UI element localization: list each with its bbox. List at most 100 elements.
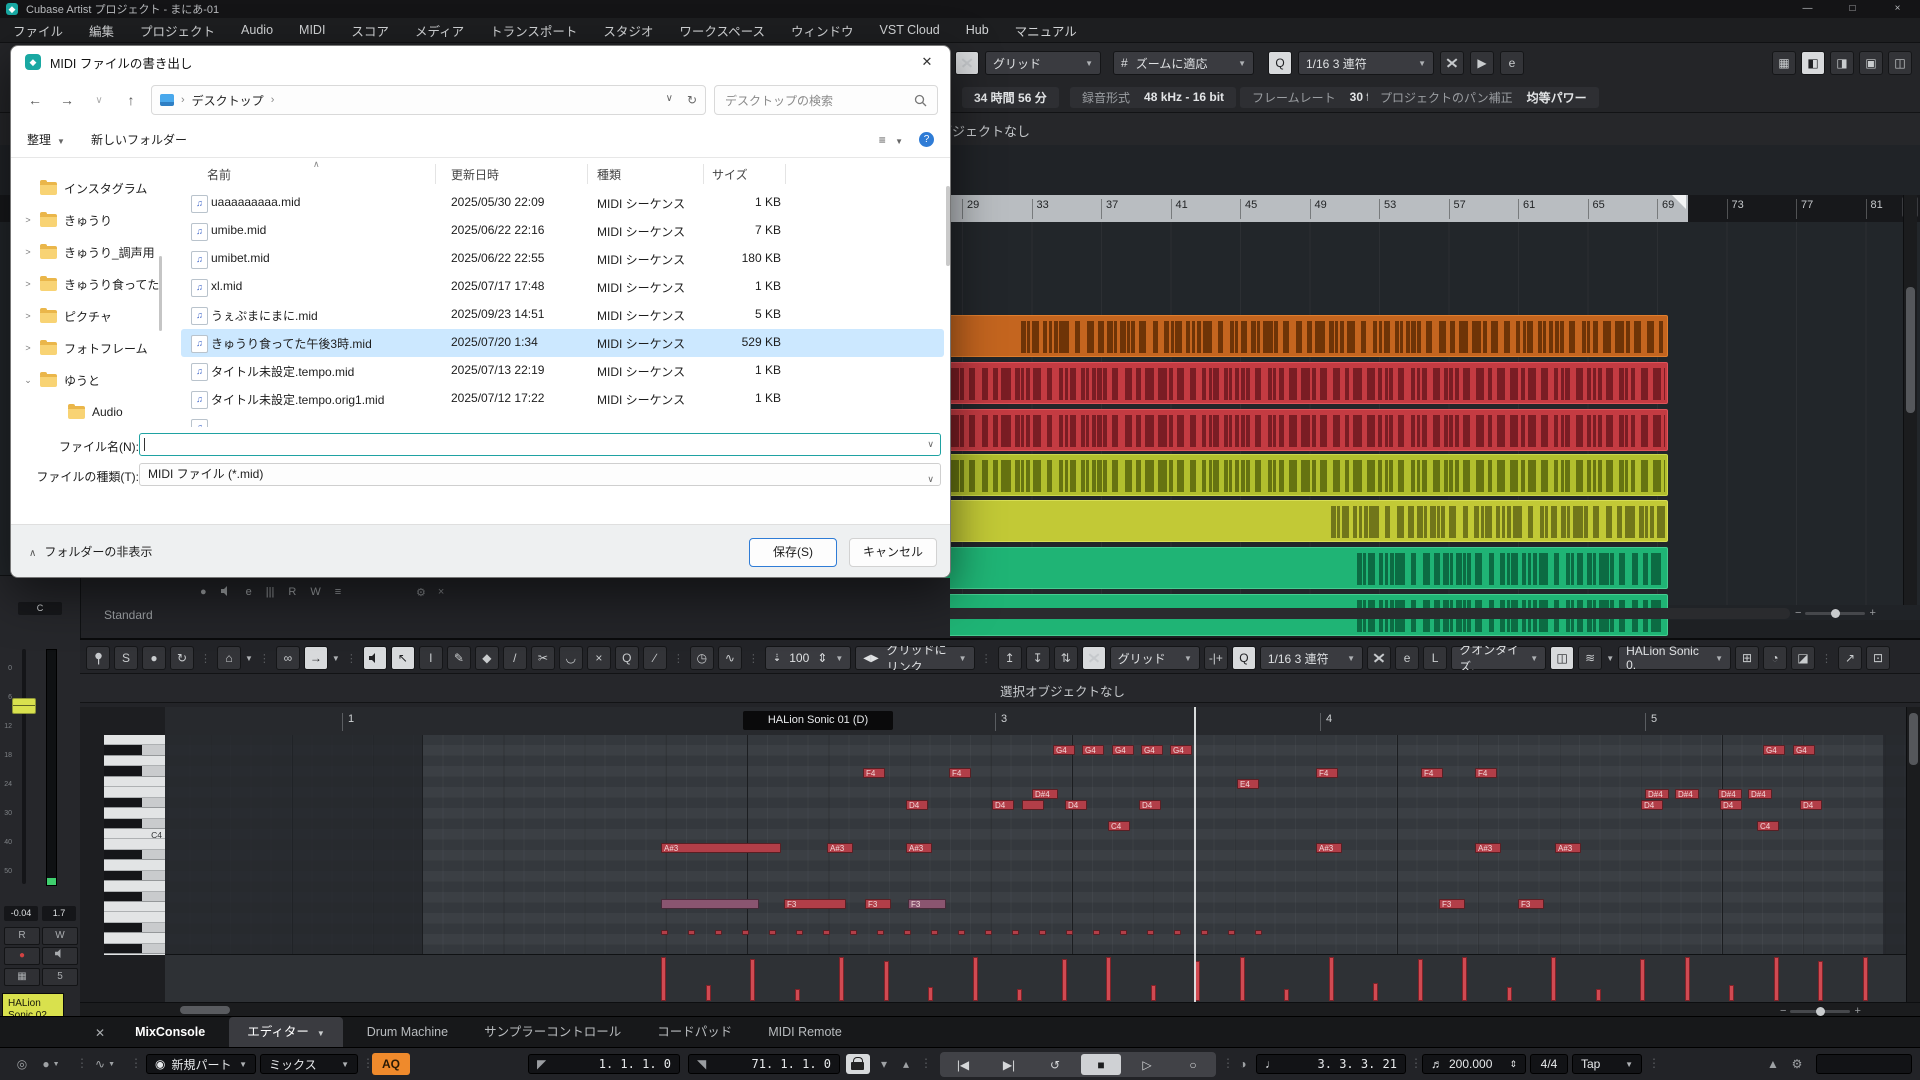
- velocity-bar[interactable]: [839, 957, 844, 1001]
- midi-note-D4[interactable]: D4: [992, 800, 1014, 810]
- punch-out-icon[interactable]: ▴: [896, 1054, 916, 1074]
- record-in-editor-icon[interactable]: ●: [142, 646, 166, 670]
- midi-note-D4[interactable]: D4: [1800, 800, 1822, 810]
- velocity-bar[interactable]: [706, 985, 711, 1001]
- tab-コードパッド[interactable]: コードパッド: [639, 1017, 750, 1048]
- feedback-icon[interactable]: ↻: [170, 646, 194, 670]
- indep-loop-icon[interactable]: ◪: [1791, 646, 1815, 670]
- file-row[interactable]: ♫うぇぷまにまに.mid2025/09/23 14:51MIDI シーケンス5 …: [181, 301, 944, 329]
- velocity-bar[interactable]: [1284, 989, 1289, 1001]
- editor-quantize-dropdown[interactable]: 1/16 3 連符▼: [1260, 646, 1363, 670]
- view-mode-dropdown[interactable]: ≡ ▼: [879, 133, 903, 147]
- record-mode-icon[interactable]: ●▼: [36, 1054, 66, 1074]
- left-zone-icon[interactable]: ◧: [1801, 51, 1825, 75]
- column-type[interactable]: 種類: [597, 166, 621, 183]
- midi-note-A#3[interactable]: A#3: [1475, 843, 1501, 853]
- part-borders-icon[interactable]: ◫: [1550, 646, 1574, 670]
- sidebar-folder-インスタグラム[interactable]: インスタグラム: [17, 176, 169, 200]
- recent-locations-icon[interactable]: ∨: [87, 88, 111, 112]
- help-icon[interactable]: ?: [919, 132, 934, 147]
- fader-handle[interactable]: [12, 698, 36, 714]
- sidebar-folder-フォトフレーム[interactable]: >フォトフレーム: [17, 336, 169, 360]
- expander-icon[interactable]: >: [23, 279, 33, 289]
- black-key[interactable]: [104, 923, 165, 933]
- column-date[interactable]: 更新日時: [451, 166, 499, 183]
- edit-channel-icon[interactable]: e: [246, 586, 252, 599]
- close-button[interactable]: ×: [1875, 0, 1920, 18]
- midi-note-F3[interactable]: F3: [1518, 899, 1544, 909]
- record-button[interactable]: ○: [1173, 1054, 1213, 1075]
- velocity-bar[interactable]: [884, 961, 889, 1001]
- velocity-bar[interactable]: [1640, 959, 1645, 1001]
- punch-in-icon[interactable]: ▾: [874, 1054, 894, 1074]
- tab-MIDI Remote[interactable]: MIDI Remote: [750, 1017, 860, 1048]
- sidebar-folder-きゅうり食ってた[interactable]: >きゅうり食ってた: [17, 272, 169, 296]
- black-key[interactable]: [104, 871, 165, 881]
- dialog-title-bar[interactable]: ◆ MIDI ファイルの書き出し: [11, 46, 950, 78]
- curve-icon[interactable]: ∿: [718, 646, 742, 670]
- menu-item-スタジオ[interactable]: スタジオ: [590, 21, 666, 40]
- inserts-icon[interactable]: |||: [266, 586, 275, 599]
- midi-note[interactable]: [1022, 800, 1044, 810]
- velocity-bar[interactable]: [1729, 985, 1734, 1001]
- velocity-box[interactable]: ⇣100⇕▼: [765, 646, 851, 670]
- time-signature[interactable]: 4/4: [1530, 1054, 1568, 1074]
- menu-item-トランスポート[interactable]: トランスポート: [477, 21, 590, 40]
- breadcrumb[interactable]: デスクトップ: [192, 92, 264, 109]
- midi-note-dash[interactable]: [1039, 930, 1046, 935]
- midi-note-F4[interactable]: F4: [949, 768, 971, 778]
- read-button[interactable]: R: [4, 927, 40, 945]
- midi-note-dash[interactable]: [661, 930, 668, 935]
- velocity-bar[interactable]: [1507, 987, 1512, 1001]
- tab-Drum Machine[interactable]: Drum Machine: [349, 1017, 466, 1048]
- maximize-button[interactable]: □: [1830, 0, 1875, 18]
- midi-note-G4[interactable]: G4: [1793, 745, 1815, 755]
- open-in-window-icon[interactable]: ↗: [1838, 646, 1862, 670]
- midi-note-G4[interactable]: G4: [1141, 745, 1163, 755]
- write-button[interactable]: W: [42, 927, 78, 945]
- file-row[interactable]: ♫umibet.mid2025/06/22 22:55MIDI シーケンス180…: [181, 245, 944, 273]
- midi-note-dash[interactable]: [742, 930, 749, 935]
- part-select-dropdown[interactable]: HALion Sonic 0.▼: [1618, 646, 1731, 670]
- white-key[interactable]: [104, 954, 165, 955]
- address-bar[interactable]: › デスクトップ › ∨↻: [151, 85, 706, 115]
- lower-zone-icon[interactable]: ◨: [1830, 51, 1854, 75]
- close-lower-zone-icon[interactable]: ✕: [95, 1026, 105, 1040]
- midi-note-D4[interactable]: D4: [1720, 800, 1742, 810]
- track-preset-label[interactable]: Standard: [104, 608, 153, 622]
- midi-note-D4[interactable]: D4: [1065, 800, 1087, 810]
- grid-match-icon[interactable]: -|+: [1204, 646, 1228, 670]
- sidebar-folder-Audio[interactable]: Audio: [17, 400, 169, 424]
- dialog-close-icon[interactable]: ✕: [904, 46, 950, 78]
- part-name-label[interactable]: HALion Sonic 01 (D): [743, 711, 893, 730]
- midi-note-F3[interactable]: F3: [865, 899, 891, 909]
- midi-note-dash[interactable]: [823, 930, 830, 935]
- save-button[interactable]: 保存(S): [749, 538, 837, 567]
- grid-type-dropdown[interactable]: #ズームに適応▼: [1113, 51, 1254, 75]
- black-key[interactable]: [104, 944, 165, 954]
- refresh-icon[interactable]: ↻: [687, 93, 697, 107]
- length-q-icon[interactable]: L: [1423, 646, 1447, 670]
- note-grid[interactable]: G4G4G4G4G4G4G4F4F4F4F4F4E4D#4D#4D#4D#4D#…: [165, 735, 1920, 955]
- follow-icon[interactable]: →: [304, 646, 328, 670]
- midi-note-dash[interactable]: [1174, 930, 1181, 935]
- file-row[interactable]: ♫タイトル未設定.tempo.mid2025/07/13 22:19MIDI シ…: [181, 357, 944, 385]
- midi-note-G4[interactable]: G4: [1112, 745, 1134, 755]
- menu-item-スコア[interactable]: スコア: [338, 21, 402, 40]
- fader-value[interactable]: -0.04: [4, 906, 38, 921]
- tab-サンプラーコントロール[interactable]: サンプラーコントロール: [466, 1017, 639, 1048]
- midi-note-A#3[interactable]: A#3: [906, 843, 932, 853]
- midi-note-F3[interactable]: F3: [908, 899, 946, 909]
- erase-tool-icon[interactable]: ×: [587, 646, 611, 670]
- quantize-dropdown[interactable]: 1/16 3 連符▼: [1298, 51, 1434, 75]
- draw-tool-icon[interactable]: ✎: [447, 646, 471, 670]
- mute-tool-icon[interactable]: ∕: [643, 646, 667, 670]
- precount-icon[interactable]: ◑: [1234, 1054, 1252, 1074]
- nudge-up-icon[interactable]: ↥: [998, 646, 1022, 670]
- midi-note-C4[interactable]: C4: [1108, 821, 1130, 831]
- editor-vscroll-thumb[interactable]: [1909, 713, 1918, 765]
- menu-item-ワークスペース[interactable]: ワークスペース: [666, 21, 778, 40]
- list-icon[interactable]: ≡: [335, 586, 341, 599]
- velocity-bar[interactable]: [1685, 957, 1690, 1001]
- midi-note-A#3[interactable]: A#3: [661, 843, 781, 853]
